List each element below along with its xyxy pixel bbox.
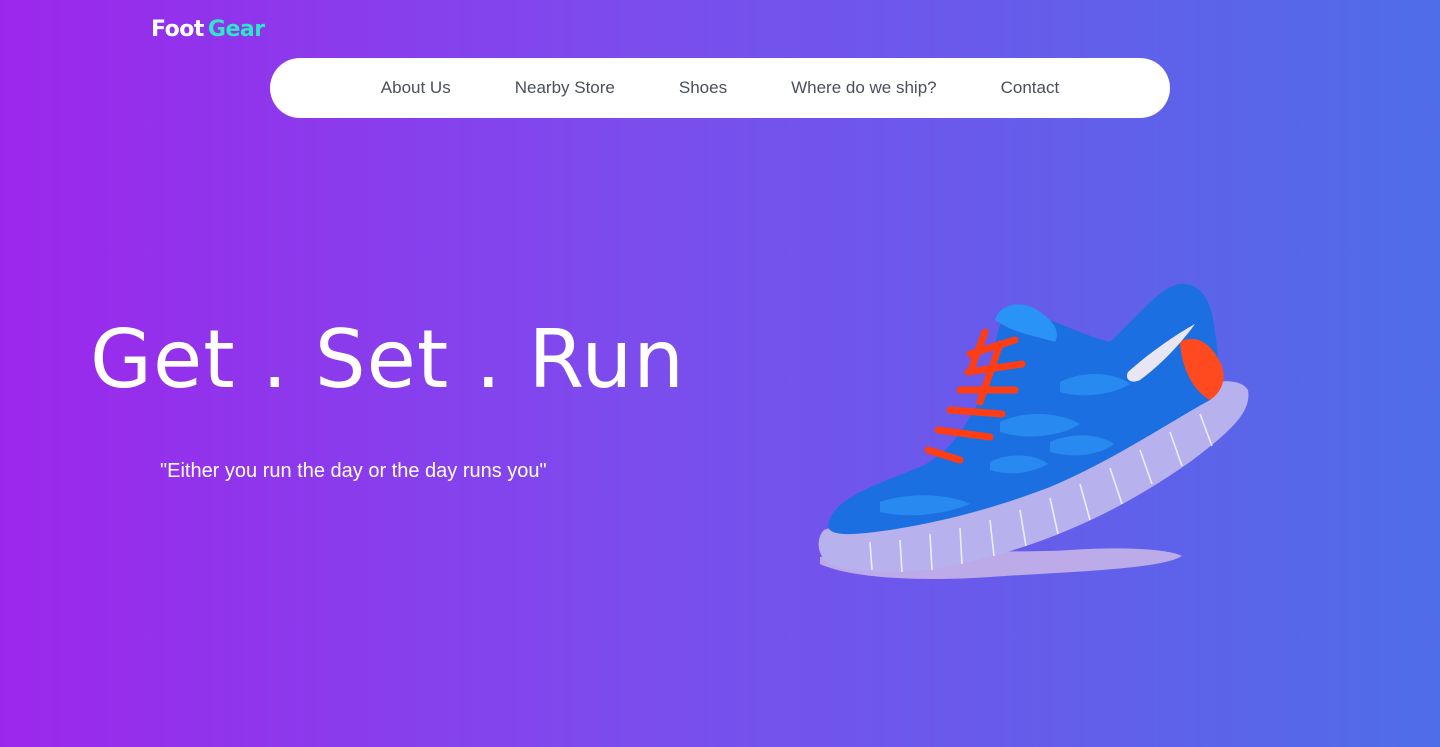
nav-link-nearby-store[interactable]: Nearby Store: [515, 78, 615, 98]
brand-logo-part-foot: Foot: [151, 17, 204, 42]
nav-link-contact[interactable]: Contact: [1001, 78, 1060, 98]
running-shoe-image: [818, 283, 1249, 580]
brand-logo[interactable]: Foot Gear: [151, 16, 265, 44]
hero-quote: "Either you run the day or the day runs …: [160, 460, 547, 482]
hero-title: Get . Set . Run: [90, 313, 685, 406]
nav-link-shoes[interactable]: Shoes: [679, 78, 727, 98]
brand-logo-part-gear: Gear: [207, 17, 265, 42]
main-navbar: About Us Nearby Store Shoes Where do we …: [270, 58, 1170, 118]
nav-link-where-do-we-ship[interactable]: Where do we ship?: [791, 78, 937, 98]
nav-link-about-us[interactable]: About Us: [381, 78, 451, 98]
